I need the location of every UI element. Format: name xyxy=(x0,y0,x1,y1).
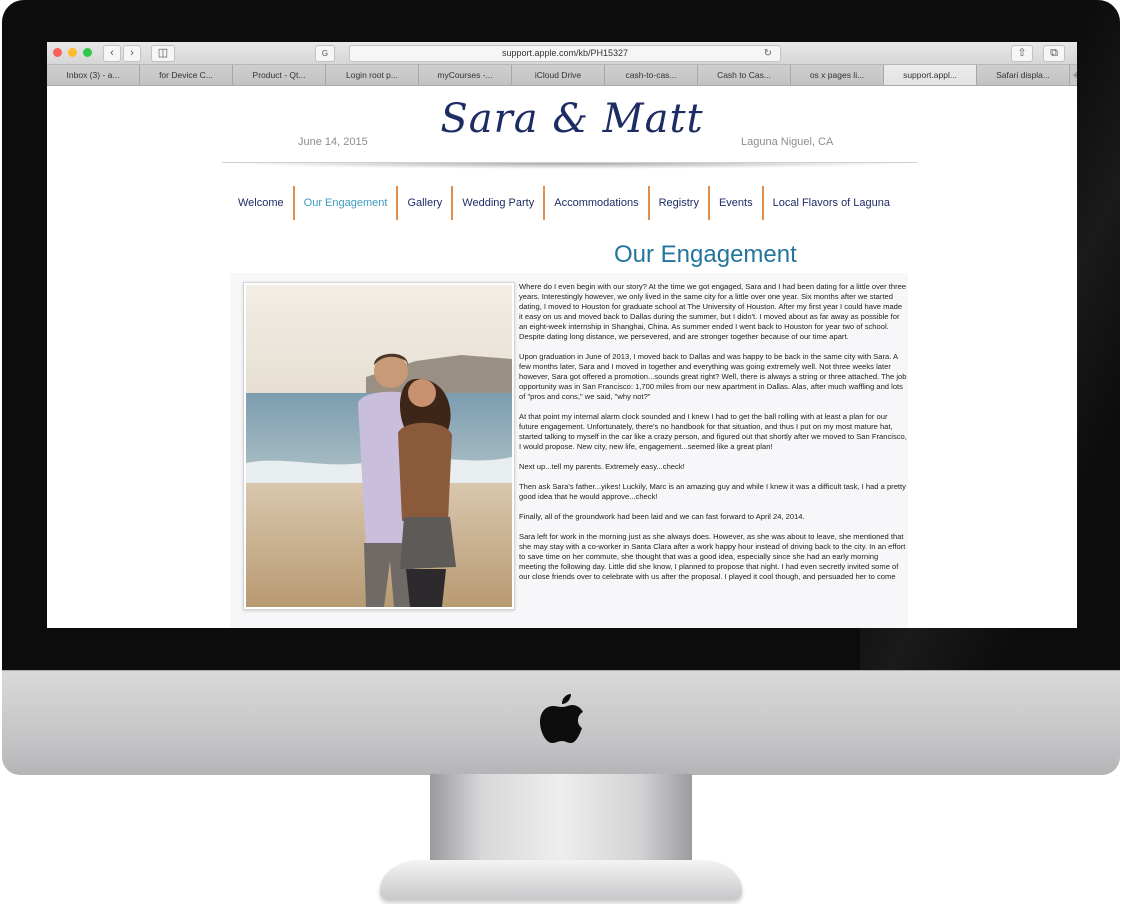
browser-tab-active[interactable]: support.appl... xyxy=(884,65,977,85)
new-tab-icon[interactable]: + xyxy=(1070,65,1077,85)
google-icon: G xyxy=(321,49,329,58)
imac-stand-foot xyxy=(380,860,742,900)
url-text: support.apple.com/kb/PH15327 xyxy=(501,48,629,58)
browser-tab[interactable]: myCourses -... xyxy=(419,65,512,85)
screen: ‹ › ◫ G support.apple.com/kb/PH15327 ↻ ⇧… xyxy=(47,42,1077,628)
couple-title: Sara & Matt xyxy=(440,96,704,142)
forward-button[interactable]: › xyxy=(123,45,141,62)
imac-stand-neck xyxy=(430,774,692,874)
minimize-window-icon[interactable] xyxy=(68,48,77,57)
browser-tab[interactable]: Safari displa... xyxy=(977,65,1070,85)
browser-tab[interactable]: for Device C... xyxy=(140,65,233,85)
nav-item-local-flavors[interactable]: Local Flavors of Laguna xyxy=(764,186,899,220)
nav-item-gallery[interactable]: Gallery xyxy=(398,186,454,220)
story-paragraph: Finally, all of the groundwork had been … xyxy=(519,512,805,521)
tab-strip: Inbox (3) - a... for Device C... Product… xyxy=(47,65,1077,86)
nav-item-accommodations[interactable]: Accommodations xyxy=(545,186,650,220)
sidebar-icon: ◫ xyxy=(157,47,169,59)
story-paragraph: Where do I even begin with our story? At… xyxy=(519,282,907,341)
nav-item-wedding-party[interactable]: Wedding Party xyxy=(453,186,546,220)
chevron-left-icon: ‹ xyxy=(110,47,114,59)
tabs-icon: ⧉ xyxy=(1050,47,1058,59)
story-paragraph: At that point my internal alarm clock so… xyxy=(519,412,907,451)
engagement-photo-image xyxy=(246,285,512,607)
chevron-right-icon: › xyxy=(130,47,134,59)
wedding-location: Laguna Niguel, CA xyxy=(741,136,834,148)
browser-tab[interactable]: Product - Qt... xyxy=(233,65,326,85)
share-icon: ⇧ xyxy=(1017,47,1027,59)
site-nav: Welcome Our Engagement Gallery Wedding P… xyxy=(229,186,899,220)
back-button[interactable]: ‹ xyxy=(103,45,121,62)
browser-toolbar: ‹ › ◫ G support.apple.com/kb/PH15327 ↻ ⇧… xyxy=(47,42,1077,65)
engagement-story: Where do I even begin with our story? At… xyxy=(519,282,907,628)
apple-logo-icon xyxy=(540,694,583,743)
nav-item-our-engagement[interactable]: Our Engagement xyxy=(295,186,399,220)
browser-tab[interactable]: Cash to Cas... xyxy=(698,65,791,85)
zoom-window-icon[interactable] xyxy=(83,48,92,57)
browser-tab[interactable]: Inbox (3) - a... xyxy=(47,65,140,85)
story-paragraph: Next up...tell my parents. Extremely eas… xyxy=(519,462,685,471)
wedding-date: June 14, 2015 xyxy=(298,136,368,148)
web-page: June 14, 2015 Sara & Matt Laguna Niguel,… xyxy=(47,86,1077,628)
story-paragraph: Upon graduation in June of 2013, I moved… xyxy=(519,352,907,401)
nav-item-registry[interactable]: Registry xyxy=(650,186,710,220)
browser-tab[interactable]: cash-to-cas... xyxy=(605,65,698,85)
search-engine-button[interactable]: G xyxy=(315,45,335,62)
section-title: Our Engagement xyxy=(614,241,797,268)
engagement-photo xyxy=(243,282,515,610)
browser-tab[interactable]: Login root p... xyxy=(326,65,419,85)
story-paragraph: Then ask Sara's father...yikes! Luckily,… xyxy=(519,482,906,501)
reload-icon[interactable]: ↻ xyxy=(764,46,772,61)
address-bar[interactable]: support.apple.com/kb/PH15327 ↻ xyxy=(349,45,781,62)
tabs-overview-button[interactable]: ⧉ xyxy=(1043,45,1065,62)
share-button[interactable]: ⇧ xyxy=(1011,45,1033,62)
story-paragraph: Sara left for work in the morning just a… xyxy=(519,532,906,581)
nav-item-events[interactable]: Events xyxy=(710,186,764,220)
nav-item-welcome[interactable]: Welcome xyxy=(229,186,295,220)
browser-tab[interactable]: os x pages li... xyxy=(791,65,884,85)
close-window-icon[interactable] xyxy=(53,48,62,57)
browser-tab[interactable]: iCloud Drive xyxy=(512,65,605,85)
header-divider xyxy=(222,162,917,169)
sidebar-button[interactable]: ◫ xyxy=(151,45,175,62)
